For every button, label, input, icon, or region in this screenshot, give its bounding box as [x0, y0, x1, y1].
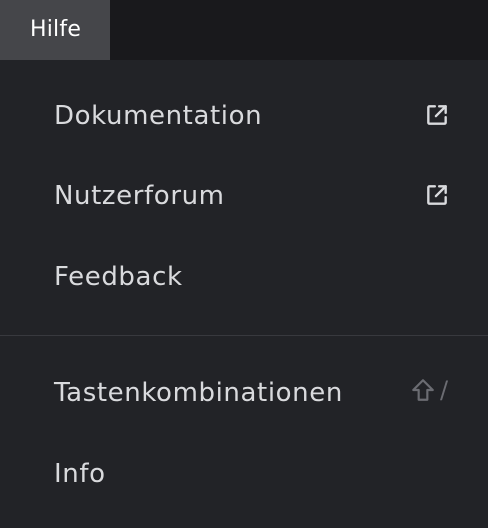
- menu-item-documentation[interactable]: Dokumentation: [0, 76, 488, 156]
- shift-icon: [412, 379, 434, 401]
- menu-item-label: Tastenkombinationen: [54, 378, 343, 408]
- menu-item-user-forum[interactable]: Nutzerforum: [0, 156, 488, 236]
- menu-item-label: Dokumentation: [54, 101, 263, 131]
- shortcut-hint: /: [410, 375, 448, 405]
- external-link-icon: [427, 185, 447, 205]
- menu-item-label: Info: [54, 459, 106, 489]
- menu-hilfe[interactable]: Hilfe: [0, 0, 110, 60]
- menu-divider: [0, 335, 488, 336]
- shortcut-key: /: [440, 376, 449, 404]
- menu-item-label: Nutzerforum: [54, 181, 225, 211]
- menu-item-info[interactable]: Info: [0, 434, 488, 514]
- menu-bar: Hilfe: [0, 0, 488, 60]
- help-dropdown-menu: Dokumentation Nutzerforum Feedback Taste…: [0, 60, 488, 528]
- menu-item-feedback[interactable]: Feedback: [0, 237, 488, 317]
- external-link-icon: [427, 105, 447, 125]
- menu-item-label: Feedback: [54, 262, 183, 292]
- menu-item-keyboard-shortcuts[interactable]: Tastenkombinationen /: [0, 353, 488, 433]
